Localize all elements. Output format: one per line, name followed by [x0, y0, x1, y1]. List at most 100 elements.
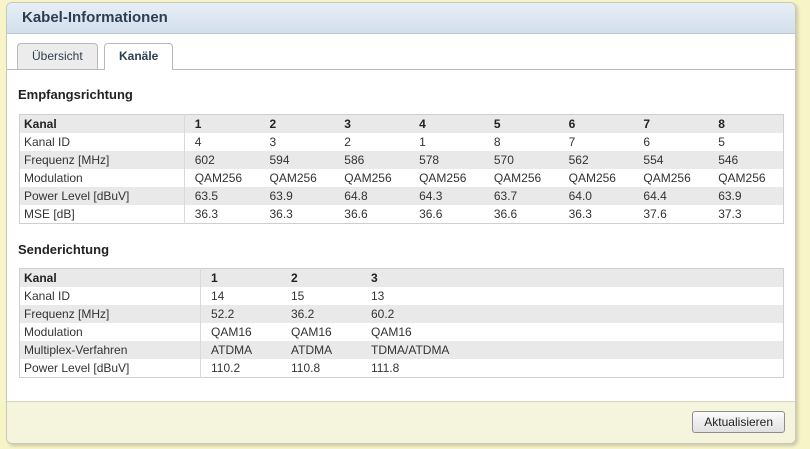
table-cell: QAM16 — [291, 325, 332, 339]
table-cell: 36.6 — [493, 207, 518, 221]
row-label: Modulation — [19, 169, 185, 187]
table-cell: 37.3 — [718, 207, 742, 221]
table-cell: 36.3 — [194, 207, 219, 221]
table-cell: 1 — [419, 135, 426, 149]
table-cell: 586 — [344, 153, 365, 167]
row-label: MSE [dB] — [19, 205, 185, 224]
table-cell: 36.3 — [269, 207, 293, 221]
panel-title: Kabel-Informationen — [7, 3, 795, 34]
row-label: Power Level [dBuV] — [19, 359, 201, 378]
column-header: 1 — [194, 117, 202, 131]
table-cell: 2 — [344, 135, 351, 149]
downstream-title: Empfangsrichtung — [18, 87, 133, 102]
table-cell: 37.6 — [643, 207, 667, 221]
downstream-table: Kanal 1 2 3 4 5 6 7 8 Kanal ID 4 3 2 1 8… — [19, 114, 784, 224]
table-cell: TDMA/ATDMA — [371, 343, 450, 357]
table-row: Power Level [dBuV] 110.2 110.8 111.8 — [19, 359, 784, 378]
table-cell: 64.0 — [568, 189, 592, 203]
table-cell: QAM16 — [371, 325, 412, 339]
table-cell: 64.8 — [344, 189, 368, 203]
table-cell: 4 — [194, 135, 202, 149]
column-header: 3 — [371, 271, 378, 285]
table-cell: 63.9 — [269, 189, 293, 203]
column-header: 4 — [419, 117, 426, 131]
table-cell: QAM256 — [419, 171, 467, 185]
row-label: Power Level [dBuV] — [19, 187, 185, 205]
table-cell: 578 — [419, 153, 440, 167]
table-cell: 602 — [194, 153, 215, 167]
row-label: Frequenz [MHz] — [19, 151, 185, 169]
table-cell: 7 — [568, 135, 576, 149]
column-header: 7 — [643, 117, 651, 131]
column-header-label: Kanal — [19, 114, 185, 133]
table-cell: 8 — [493, 135, 501, 149]
column-header: 5 — [493, 117, 501, 131]
table-cell: 15 — [291, 289, 305, 303]
table-cell: 64.3 — [419, 189, 443, 203]
table-cell: 546 — [718, 153, 739, 167]
table-cell: 64.4 — [643, 189, 667, 203]
table-cell: 60.2 — [371, 307, 395, 321]
column-header: 3 — [344, 117, 351, 131]
table-cell: 63.9 — [718, 189, 742, 203]
column-header: 8 — [718, 117, 725, 131]
table-cell: 5 — [718, 135, 725, 149]
table-cell: 13 — [371, 289, 385, 303]
column-header: 2 — [269, 117, 277, 131]
table-cell: 36.6 — [344, 207, 368, 221]
table-cell: QAM256 — [643, 171, 691, 185]
table-cell: 554 — [643, 153, 664, 167]
column-header-label: Kanal — [19, 268, 201, 287]
table-cell: 36.6 — [419, 207, 443, 221]
table-row: Modulation QAM256 QAM256 QAM256 QAM256 Q… — [19, 169, 784, 187]
table-cell: QAM16 — [211, 325, 252, 339]
table-cell: QAM256 — [718, 171, 766, 185]
table-row: Kanal ID 14 15 13 — [19, 287, 784, 305]
table-cell: 36.3 — [568, 207, 592, 221]
tab-channels[interactable]: Kanäle — [104, 43, 174, 70]
table-row: Power Level [dBuV] 63.5 63.9 64.8 64.3 6… — [19, 187, 784, 205]
row-label: Kanal ID — [19, 287, 201, 305]
table-cell: 14 — [211, 289, 225, 303]
table-cell: QAM256 — [493, 171, 542, 185]
table-cell: QAM256 — [269, 171, 317, 185]
refresh-button[interactable]: Aktualisieren — [692, 411, 785, 433]
tab-overview[interactable]: Übersicht — [17, 43, 98, 69]
row-label: Modulation — [19, 323, 201, 341]
table-cell: ATDMA — [291, 343, 333, 357]
tab-bar: Übersicht Kanäle — [7, 34, 795, 70]
column-header: 2 — [291, 271, 298, 285]
table-header-row: Kanal 1 2 3 4 5 6 7 8 — [19, 114, 784, 133]
table-cell: 63.5 — [194, 189, 219, 203]
table-row: Frequenz [MHz] 52.2 36.2 60.2 — [19, 305, 784, 323]
table-cell: 52.2 — [211, 307, 235, 321]
table-cell: 3 — [269, 135, 277, 149]
table-row: Modulation QAM16 QAM16 QAM16 — [19, 323, 784, 341]
table-cell: ATDMA — [211, 343, 253, 357]
column-header: 1 — [211, 271, 218, 285]
table-cell: 562 — [568, 153, 589, 167]
table-cell: QAM256 — [194, 171, 243, 185]
table-cell: 110.2 — [211, 361, 241, 375]
upstream-title: Senderichtung — [18, 242, 110, 257]
upstream-table: Kanal 1 2 3 Kanal ID 14 15 13 Frequenz [… — [19, 268, 784, 378]
cable-info-panel: Kabel-Informationen Übersicht Kanäle Emp… — [6, 2, 796, 444]
table-cell: 110.8 — [291, 361, 321, 375]
panel-footer: Aktualisieren — [7, 401, 795, 443]
table-row: MSE [dB] 36.3 36.3 36.6 36.6 36.6 36.3 3… — [19, 205, 784, 224]
table-cell: 36.2 — [291, 307, 315, 321]
table-cell: QAM256 — [568, 171, 616, 185]
table-row: Kanal ID 4 3 2 1 8 7 6 5 — [19, 133, 784, 151]
table-row: Multiplex-Verfahren ATDMA ATDMA TDMA/ATD… — [19, 341, 784, 359]
column-header: 6 — [568, 117, 576, 131]
tab-content: Empfangsrichtung Kanal 1 2 3 4 5 6 7 8 K… — [7, 70, 795, 400]
table-cell: 594 — [269, 153, 290, 167]
table-row: Frequenz [MHz] 602 594 586 578 570 562 5… — [19, 151, 784, 169]
row-label: Multiplex-Verfahren — [19, 341, 201, 359]
table-cell: 63.7 — [493, 189, 518, 203]
table-cell: 111.8 — [371, 361, 400, 375]
table-cell: QAM256 — [344, 171, 392, 185]
table-header-row: Kanal 1 2 3 — [19, 268, 784, 287]
row-label: Frequenz [MHz] — [19, 305, 201, 323]
row-label: Kanal ID — [19, 133, 185, 151]
